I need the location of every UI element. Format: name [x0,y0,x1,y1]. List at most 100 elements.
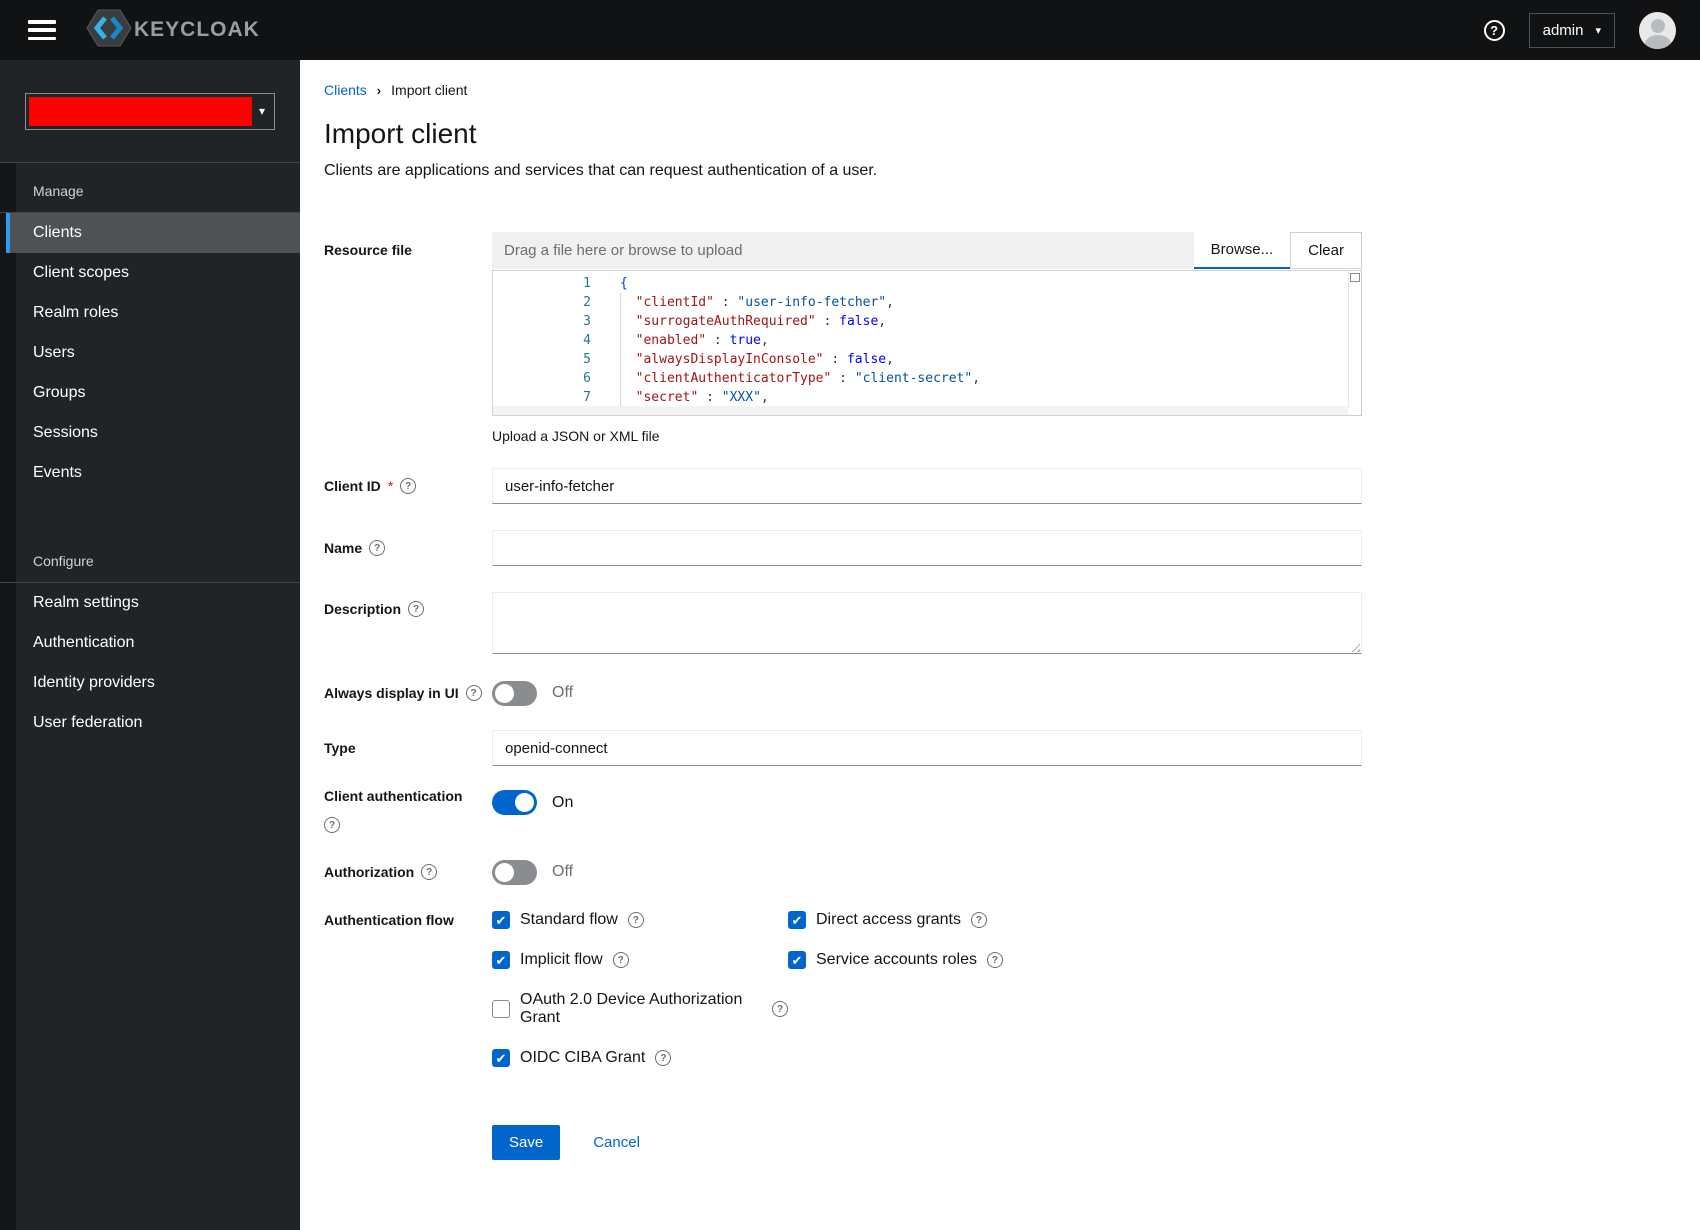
help-icon[interactable]: ? [970,912,987,928]
save-button[interactable]: Save [492,1125,561,1160]
type-label: Type [324,740,356,756]
line-number: 4 [583,333,591,348]
help-icon[interactable]: ? [627,912,644,928]
help-icon[interactable]: ? [612,952,629,968]
checkbox-checked-icon[interactable]: ✔ [788,951,806,969]
checkbox-row-direct-access-grants[interactable]: ✔ Direct access grants? [788,911,987,929]
authentication-flow-row: Authentication flow ✔ Standard flow? ✔ Dire… [324,911,1362,1067]
code-editor[interactable]: 1{2 "clientId" : "user-info-fetcher", 3 "… [492,270,1362,416]
realm-selector-section: ▾ [0,60,300,163]
checkbox-label: Service accounts roles [816,951,977,968]
name-row: Name ? [324,530,1362,566]
name-input[interactable] [492,530,1362,566]
sidebar-item-user-federation[interactable]: User federation [0,703,300,743]
help-icon[interactable]: ? [655,1050,672,1066]
resource-file-label: Resource file [324,242,412,258]
checkbox-unchecked-icon[interactable] [492,1000,510,1018]
checkbox-row-implicit-flow[interactable]: ✔ Implicit flow? [492,951,629,969]
sidebar-item-clients[interactable]: Clients [6,213,300,253]
checkbox-checked-icon[interactable]: ✔ [492,911,510,929]
sidebar-item-events[interactable]: Events [0,453,300,493]
help-icon[interactable]: ? [1483,19,1505,41]
always-display-row: Always display in UI ? Off [324,676,1362,710]
sidebar-item-groups[interactable]: Groups [0,373,300,413]
nav-group-manage: Manage Clients Client scopes Realm roles Use… [0,177,300,493]
keycloak-brand: KEYCLOAK [86,8,260,53]
help-icon[interactable]: ? [986,952,1003,968]
sidebar-nav: Manage Clients Client scopes Realm roles Use… [0,163,300,743]
import-client-form: Resource file Browse... Clear 1{2 "clien… [324,232,1362,1160]
sidebar-item-users[interactable]: Users [0,333,300,373]
always-display-label: Always display in UI ? [324,685,492,701]
help-icon[interactable]: ? [369,540,386,556]
checkbox-row-oauth-2-0-device-authorization-grant[interactable]: OAuth 2.0 Device Authorization Grant? [492,991,788,1027]
always-display-toggle[interactable] [492,680,537,706]
user-menu-dropdown[interactable]: admin ▾ [1528,12,1615,48]
browse-button[interactable]: Browse... [1193,232,1291,269]
clear-button[interactable]: Clear [1290,232,1362,269]
editor-scrollbar-slider[interactable] [1350,273,1360,282]
authentication-flow-label: Authentication flow [324,912,454,928]
description-row: Description ? [324,592,1362,654]
client-authentication-toggle[interactable] [492,790,537,815]
help-icon[interactable]: ? [465,685,482,701]
sidebar: ▾ Manage Clients Client scopes Realm roles U… [0,60,300,1230]
cancel-link[interactable]: Cancel [593,1134,640,1151]
help-icon[interactable]: ? [408,601,425,617]
page-title: Import client [324,118,477,149]
avatar-person-icon [1650,18,1665,33]
code-editor-lines: 1{2 "clientId" : "user-info-fetcher", 3 "… [493,271,1361,407]
help-icon[interactable]: ? [400,478,417,494]
line-number: 5 [583,352,591,367]
line-number: 1 [583,276,591,291]
sidebar-item-realm-settings[interactable]: Realm settings [0,583,300,623]
hamburger-menu-icon[interactable] [28,20,56,40]
user-menu-label: admin [1542,21,1584,39]
code-line: 5 "alwaysDisplayInConsole" : false, [493,350,1361,369]
nav-group-configure: Configure Realm settings Authentication Ide… [0,547,300,743]
sidebar-item-authentication[interactable]: Authentication [0,623,300,663]
file-upload-bar: Browse... Clear [492,232,1362,269]
checkbox-label: Direct access grants [816,911,961,928]
upload-helper-text: Upload a JSON or XML file [492,428,660,444]
checkbox-row-service-accounts-roles[interactable]: ✔ Service accounts roles? [788,951,1003,969]
chevron-down-icon: ▾ [1595,24,1601,37]
checkbox-label: OIDC CIBA Grant [520,1049,646,1066]
editor-vertical-scrollbar[interactable] [1348,271,1361,407]
editor-horizontal-scrollbar[interactable] [493,406,1348,415]
file-dropzone-input[interactable] [492,232,1194,269]
line-number: 6 [583,371,591,386]
client-id-label: Client ID * ? [324,478,492,494]
type-row: Type [324,730,1362,766]
sidebar-item-sessions[interactable]: Sessions [0,413,300,453]
resource-file-row: Resource file Browse... Clear 1{2 "clien… [324,232,1362,444]
code-line: 2 "clientId" : "user-info-fetcher", [493,293,1361,312]
realm-name-redacted [29,96,252,126]
checkbox-checked-icon[interactable]: ✔ [492,951,510,969]
breadcrumb-link-clients[interactable]: Clients [324,82,367,98]
type-input[interactable] [492,730,1362,766]
sidebar-item-identity-providers[interactable]: Identity providers [0,663,300,703]
checkbox-checked-icon[interactable]: ✔ [788,911,806,929]
authorization-toggle[interactable] [492,859,537,885]
client-authentication-row: Client authentication ? On [324,788,1362,833]
help-icon[interactable]: ? [421,864,438,880]
realm-selector[interactable]: ▾ [25,92,275,130]
client-id-input[interactable] [492,468,1362,504]
nav-group-title: Manage [0,177,300,213]
checkbox-checked-icon[interactable]: ✔ [492,1049,510,1067]
checkbox-row-standard-flow[interactable]: ✔ Standard flow? [492,911,644,929]
description-textarea[interactable] [492,592,1362,654]
help-icon[interactable]: ? [324,817,340,833]
sidebar-item-realm-roles[interactable]: Realm roles [0,293,300,333]
sidebar-item-client-scopes[interactable]: Client scopes [0,253,300,293]
indent-guide [620,293,621,407]
checkbox-row-oidc-ciba-grant[interactable]: ✔ OIDC CIBA Grant? [492,1049,672,1067]
nav-group-title: Configure [0,547,300,583]
toggle-state-label: Off [552,863,574,880]
help-icon[interactable]: ? [772,1001,788,1017]
breadcrumb: Clients › Import client [324,82,1700,98]
breadcrumb-current: Import client [391,82,468,98]
avatar[interactable] [1639,11,1676,49]
authorization-label: Authorization ? [324,864,492,880]
